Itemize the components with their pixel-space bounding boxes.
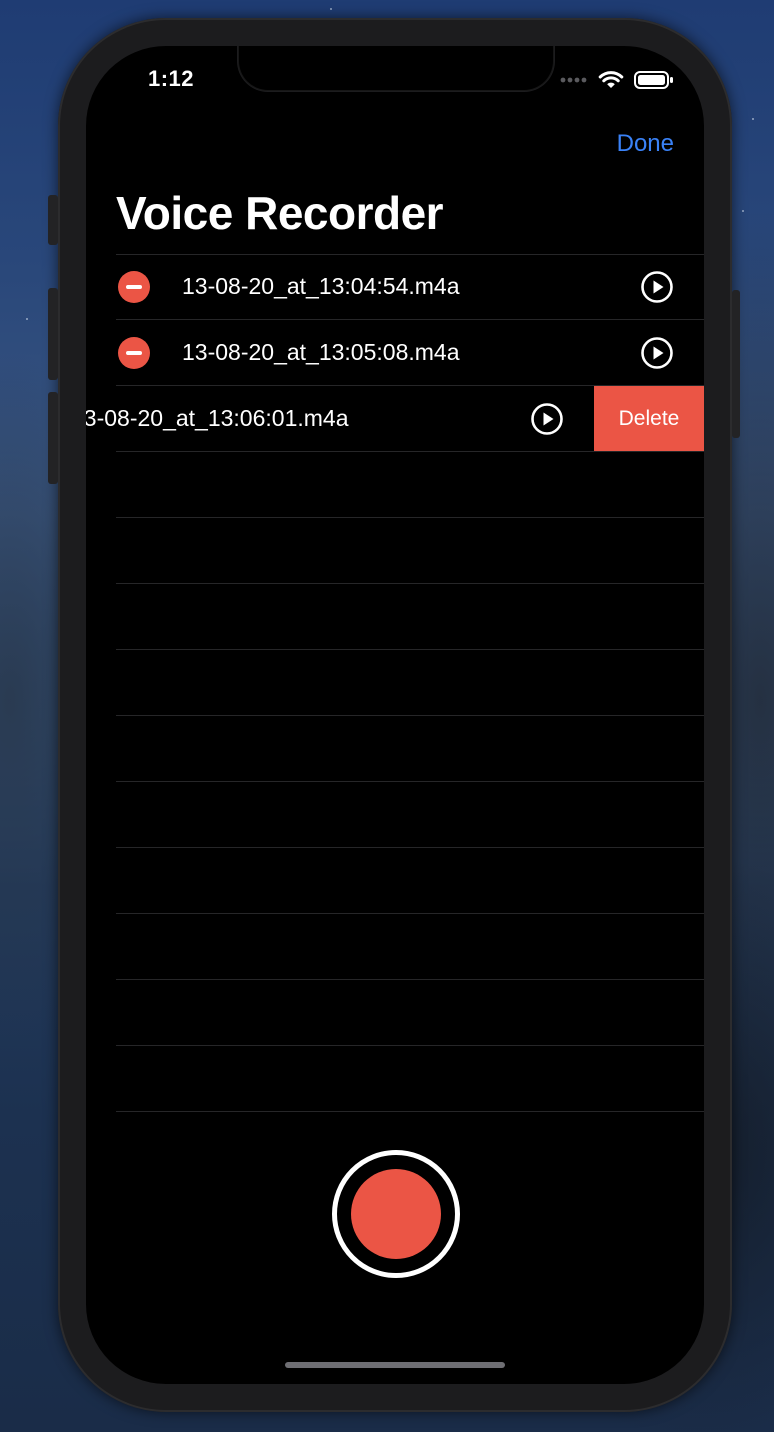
- empty-row: [86, 584, 704, 650]
- done-button[interactable]: Done: [617, 130, 674, 158]
- empty-row: [86, 452, 704, 518]
- recording-row[interactable]: 13-08-20_at_13:05:08.m4a: [86, 320, 704, 386]
- play-icon[interactable]: [531, 403, 563, 435]
- recording-row[interactable]: 13-08-20_at_13:04:54.m4a: [86, 254, 704, 320]
- battery-icon: [634, 71, 673, 89]
- delete-button[interactable]: Delete: [594, 386, 704, 452]
- signal-dots-icon: [560, 77, 587, 83]
- volume-up-button: [48, 288, 58, 380]
- power-button: [732, 290, 740, 438]
- recording-name: 13-08-20_at_13:04:54.m4a: [182, 273, 460, 299]
- empty-row: [86, 914, 704, 980]
- wifi-icon: [598, 71, 624, 88]
- empty-row: [86, 716, 704, 782]
- home-indicator[interactable]: [285, 1362, 505, 1368]
- recording-name: 13-08-20_at_13:05:08.m4a: [182, 339, 460, 365]
- remove-circle-icon[interactable]: [118, 271, 150, 303]
- empty-row: [86, 782, 704, 848]
- remove-circle-icon[interactable]: [118, 337, 150, 369]
- status-icons: [560, 70, 674, 90]
- recording-name: 13-08-20_at_13:06:01.m4a: [86, 405, 349, 431]
- recordings-list: 13-08-20_at_13:04:54.m4a 13-08-20_at_13:…: [86, 254, 704, 1112]
- record-button[interactable]: [332, 1150, 460, 1278]
- volume-down-button: [48, 392, 58, 484]
- empty-row: [86, 650, 704, 716]
- record-icon: [351, 1169, 441, 1259]
- app-screen: 1:12 Done Voice Recorder 13-08-20_at_13:…: [86, 46, 704, 1384]
- status-time: 1:12: [148, 66, 195, 91]
- page-title: Voice Recorder: [116, 187, 444, 239]
- notch: [238, 46, 554, 91]
- empty-row: [86, 980, 704, 1046]
- empty-row: [86, 848, 704, 914]
- play-icon[interactable]: [641, 337, 673, 369]
- recording-row-swiped[interactable]: 13-08-20_at_13:06:01.m4a Delete: [86, 386, 704, 452]
- empty-row: [86, 518, 704, 584]
- play-icon[interactable]: [641, 271, 673, 303]
- empty-row: [86, 1046, 704, 1112]
- mute-switch: [48, 195, 58, 245]
